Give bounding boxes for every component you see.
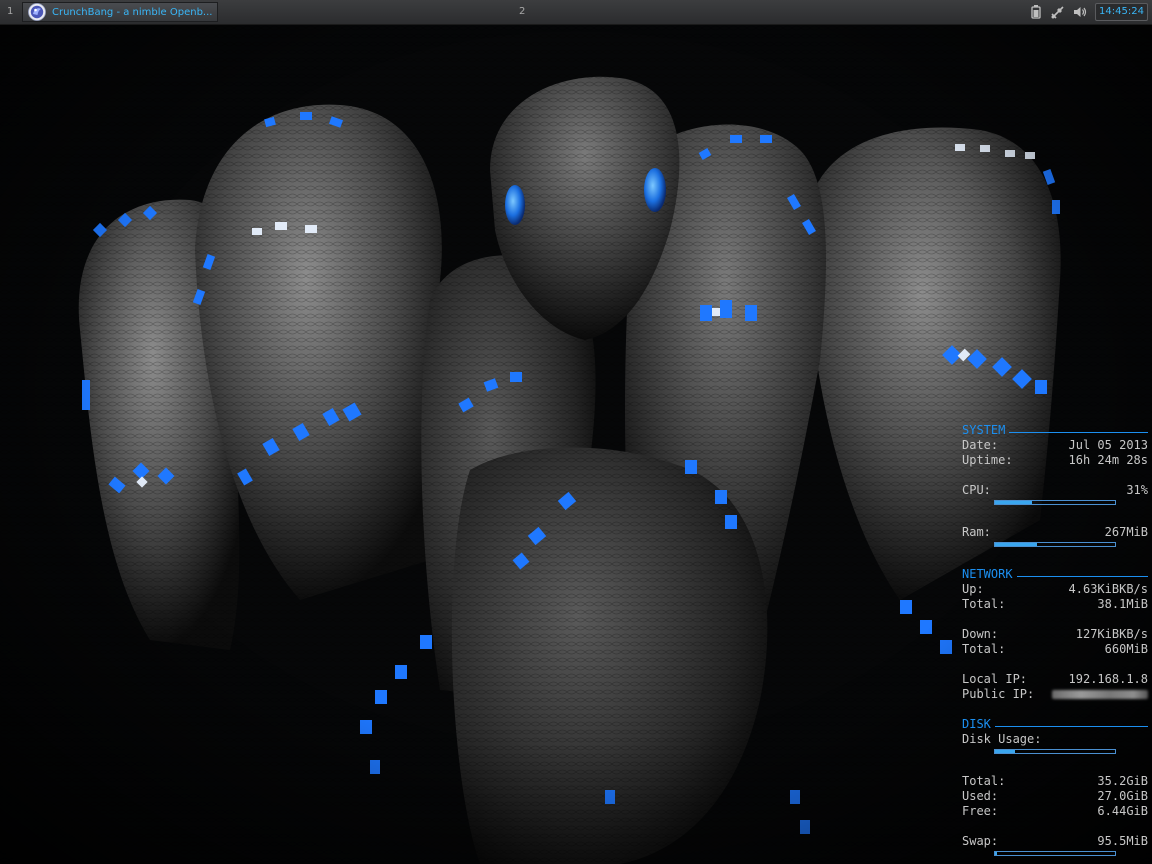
- upload-total-value: 38.1MiB: [1097, 597, 1148, 611]
- download-row: Down: 127KiBKB/s: [962, 627, 1148, 642]
- disk-section-title: DISK: [962, 717, 991, 731]
- download-total-label: Total:: [962, 642, 1006, 656]
- disk-usage-label: Disk Usage:: [962, 732, 1042, 746]
- disk-used-value: 27.0GiB: [1097, 789, 1148, 803]
- section-divider: [994, 726, 1148, 727]
- upload-row: Up: 4.63KiBKB/s: [962, 582, 1148, 597]
- local-ip-label: Local IP:: [962, 672, 1028, 686]
- ram-usage-bar: [994, 542, 1116, 547]
- swap-usage-bar: [994, 851, 1116, 856]
- disk-usage-row: Disk Usage:: [962, 732, 1148, 747]
- disk-total-row: Total: 35.2GiB: [962, 774, 1148, 789]
- cpu-usage-bar: [994, 500, 1116, 505]
- cpu-value: 31%: [1126, 483, 1148, 497]
- date-row: Date: Jul 05 2013: [962, 438, 1148, 453]
- disk-free-label: Free:: [962, 804, 999, 818]
- uptime-row: Uptime: 16h 24m 28s: [962, 453, 1148, 468]
- disk-free-row: Free: 6.44GiB: [962, 804, 1148, 819]
- ram-row: Ram: 267MiB: [962, 525, 1148, 540]
- disk-free-value: 6.44GiB: [1097, 804, 1148, 818]
- network-section-header: NETWORK: [962, 567, 1148, 582]
- public-ip-label: Public IP:: [962, 687, 1035, 701]
- system-section-title: SYSTEM: [962, 423, 1006, 437]
- disk-usage-bar-fill: [995, 750, 1016, 753]
- ram-value: 267MiB: [1104, 525, 1148, 539]
- cpu-label: CPU:: [962, 483, 991, 497]
- conky-monitor: SYSTEM Date: Jul 05 2013 Uptime: 16h 24m…: [962, 423, 1148, 861]
- uptime-value: 16h 24m 28s: [1068, 453, 1148, 467]
- section-divider: [1009, 432, 1148, 433]
- panel-clock[interactable]: 14:45:24: [1095, 3, 1148, 21]
- upload-total-row: Total: 38.1MiB: [962, 597, 1148, 612]
- disk-section-header: DISK: [962, 717, 1148, 732]
- swap-usage-bar-fill: [995, 852, 998, 855]
- date-value: Jul 05 2013: [1068, 438, 1148, 452]
- public-ip-redacted: [1052, 690, 1148, 699]
- public-ip-row: Public IP:: [962, 687, 1148, 702]
- disk-usage-bar: [994, 749, 1116, 754]
- network-section-title: NETWORK: [962, 567, 1013, 581]
- upload-value: 4.63KiBKB/s: [1068, 582, 1148, 596]
- disk-used-row: Used: 27.0GiB: [962, 789, 1148, 804]
- system-section-header: SYSTEM: [962, 423, 1148, 438]
- disk-total-value: 35.2GiB: [1097, 774, 1148, 788]
- download-label: Down:: [962, 627, 999, 641]
- ram-label: Ram:: [962, 525, 991, 539]
- swap-label: Swap:: [962, 834, 999, 848]
- swap-value: 95.5MiB: [1097, 834, 1148, 848]
- taskbar-item-title: CrunchBang - a nimble Openb...: [52, 6, 213, 18]
- taskbar-item-crunchbang[interactable]: CrunchBang - a nimble Openb...: [22, 2, 218, 22]
- local-ip-value: 192.168.1.8: [1068, 672, 1148, 686]
- workspace-2-button[interactable]: 2: [519, 6, 525, 17]
- upload-label: Up:: [962, 582, 984, 596]
- download-total-row: Total: 660MiB: [962, 642, 1148, 657]
- volume-icon[interactable]: [1072, 4, 1088, 20]
- download-value: 127KiBKB/s: [1075, 627, 1148, 641]
- date-label: Date:: [962, 438, 999, 452]
- cpu-usage-bar-fill: [995, 501, 1033, 504]
- top-panel: 1 CrunchBang - a nimble Openb... 2 14:45…: [0, 0, 1152, 25]
- workspace-1-button[interactable]: 1: [7, 6, 13, 17]
- ram-usage-bar-fill: [995, 543, 1037, 546]
- crunchbang-logo-icon: [28, 3, 46, 21]
- upload-total-label: Total:: [962, 597, 1006, 611]
- section-divider: [1016, 576, 1148, 577]
- swap-row: Swap: 95.5MiB: [962, 834, 1148, 849]
- local-ip-row: Local IP: 192.168.1.8: [962, 672, 1148, 687]
- cpu-row: CPU: 31%: [962, 483, 1148, 498]
- download-total-value: 660MiB: [1104, 642, 1148, 656]
- disk-total-label: Total:: [962, 774, 1006, 788]
- uptime-label: Uptime:: [962, 453, 1013, 467]
- disk-used-label: Used:: [962, 789, 999, 803]
- network-icon[interactable]: [1050, 4, 1066, 20]
- battery-icon[interactable]: [1030, 4, 1042, 20]
